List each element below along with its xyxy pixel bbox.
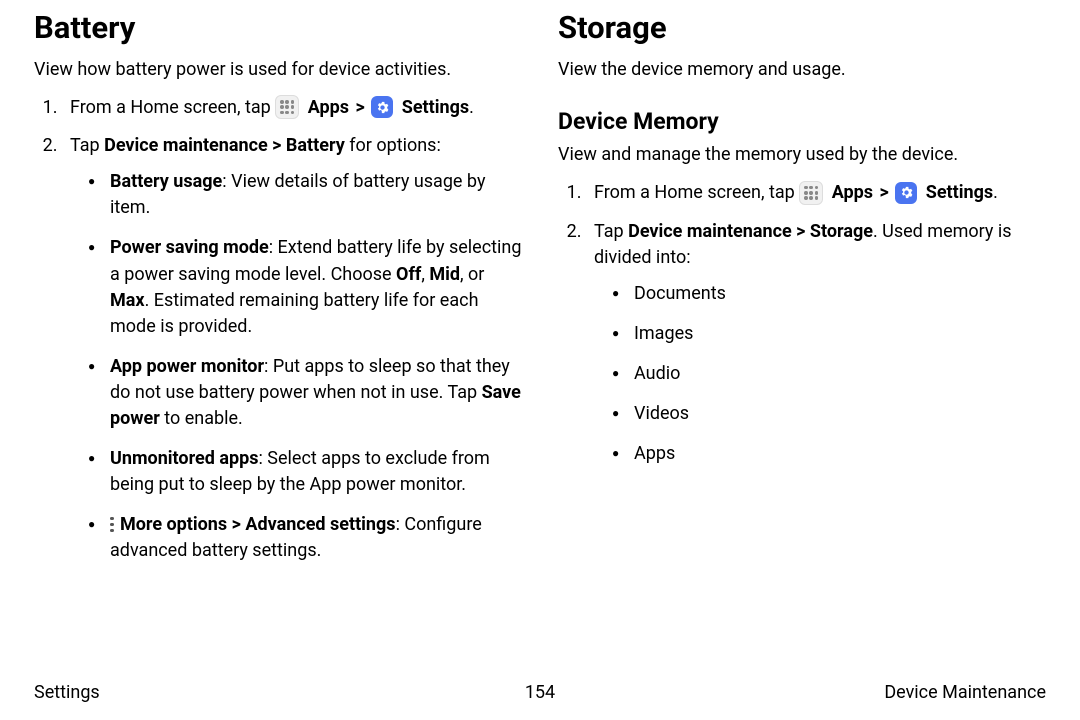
mem-item: Documents (634, 283, 726, 304)
list-item: Power saving mode: Extend battery life b… (94, 235, 522, 339)
page-footer: Settings 154 Device Maintenance (34, 680, 1046, 706)
footer-left: Settings (34, 680, 100, 706)
apps-icon (799, 181, 823, 205)
path-text: Device maintenance > Battery (104, 135, 345, 156)
right-column: Storage View the device memory and usage… (558, 6, 1046, 660)
text: From a Home screen, tap (70, 97, 275, 118)
mem-item: Audio (634, 363, 680, 384)
heading-device-memory: Device Memory (558, 105, 1046, 138)
settings-label: Settings (402, 97, 469, 118)
settings-icon (371, 96, 393, 118)
list-item: Apps (618, 441, 1046, 467)
option-name: Unmonitored apps (110, 448, 258, 469)
option-name: App power monitor (110, 356, 264, 377)
heading-battery: Battery (34, 6, 522, 51)
path-text: Device maintenance > Storage (628, 221, 873, 242)
text: to enable. (160, 408, 243, 429)
settings-icon (895, 182, 917, 204)
page-number: 154 (525, 680, 555, 706)
mem-item: Videos (634, 403, 689, 424)
storage-intro: View the device memory and usage. (558, 57, 1046, 83)
mem-item: Apps (634, 443, 675, 464)
device-memory-intro: View and manage the memory used by the d… (558, 142, 1046, 168)
mode-max: Max (110, 290, 145, 311)
list-item: Videos (618, 401, 1046, 427)
battery-options-list: Battery usage: View details of battery u… (70, 169, 522, 564)
settings-label: Settings (926, 182, 993, 203)
chevron-right-icon: > (354, 97, 367, 118)
list-item: Audio (618, 361, 1046, 387)
apps-label: Apps (832, 182, 873, 203)
page-content: Battery View how battery power is used f… (0, 0, 1080, 660)
mem-item: Images (634, 323, 693, 344)
apps-icon (275, 95, 299, 119)
list-item: Images (618, 321, 1046, 347)
text: . Estimated remaining battery life for e… (110, 290, 478, 337)
battery-step-2: Tap Device maintenance > Battery for opt… (62, 133, 522, 564)
list-item: Documents (618, 281, 1046, 307)
mode-off: Off (396, 264, 421, 285)
text: , or (460, 264, 484, 285)
option-name: Battery usage (110, 171, 222, 192)
more-options-icon (110, 517, 114, 533)
storage-steps: From a Home screen, tap Apps > Settings.… (558, 180, 1046, 467)
battery-steps: From a Home screen, tap Apps > Settings.… (34, 95, 522, 564)
chevron-right-icon: > (878, 182, 891, 203)
memory-items-list: Documents Images Audio Videos Apps (594, 281, 1046, 467)
storage-step-1: From a Home screen, tap Apps > Settings. (586, 180, 1046, 206)
battery-step-1: From a Home screen, tap Apps > Settings. (62, 95, 522, 121)
mode-mid: Mid (429, 264, 460, 285)
apps-label: Apps (308, 97, 349, 118)
list-item: App power monitor: Put apps to sleep so … (94, 354, 522, 432)
heading-storage: Storage (558, 6, 1046, 51)
text: Tap (70, 135, 104, 156)
list-item: More options > Advanced settings: Config… (94, 512, 522, 564)
option-name: Power saving mode (110, 237, 269, 258)
left-column: Battery View how battery power is used f… (34, 6, 522, 660)
storage-step-2: Tap Device maintenance > Storage. Used m… (586, 219, 1046, 468)
list-item: Battery usage: View details of battery u… (94, 169, 522, 221)
text: for options: (345, 135, 441, 156)
battery-intro: View how battery power is used for devic… (34, 57, 522, 83)
list-item: Unmonitored apps: Select apps to exclude… (94, 446, 522, 498)
period: . (469, 97, 474, 118)
text: From a Home screen, tap (594, 182, 799, 203)
text: Tap (594, 221, 628, 242)
period: . (993, 182, 998, 203)
option-name: More options > Advanced settings (120, 514, 396, 535)
footer-right: Device Maintenance (884, 680, 1046, 706)
